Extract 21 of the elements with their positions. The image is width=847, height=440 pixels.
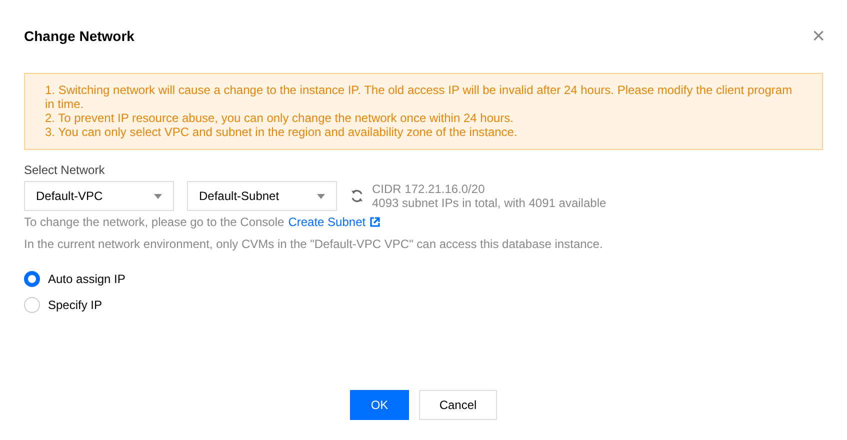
radio-option[interactable]: Auto assign IP	[24, 271, 823, 287]
field-label: Select Network	[24, 163, 106, 177]
help-text: To change the network, please go to the Console	[24, 215, 284, 229]
vpc-dropdown[interactable]: Default-VPC	[24, 181, 174, 211]
create-subnet-link[interactable]: Create Subnet	[288, 215, 366, 229]
radio-icon[interactable]	[24, 297, 40, 313]
radio-option[interactable]: Specify IP	[24, 297, 823, 313]
cancel-button[interactable]: Cancel	[419, 390, 497, 420]
ip-info-text: 4093 subnet IPs in total, with 4091 available	[372, 196, 606, 210]
ok-button[interactable]: OK	[350, 390, 409, 420]
notice-text: 2. To prevent IP resource abuse, you can only change the network once within 24 hours.	[45, 111, 515, 125]
refresh-icon[interactable]	[350, 189, 364, 203]
radio-icon[interactable]	[24, 271, 40, 287]
notice-text: 3. You can only select VPC and subnet in the region and availability zone of the instance.	[45, 125, 518, 139]
cidr-text: CIDR 172.21.16.0/20	[372, 182, 486, 196]
close-button[interactable]: ×	[808, 26, 829, 46]
subnet-dropdown[interactable]: Default-Subnet	[187, 181, 337, 211]
notice-text: 1. Switching network will cause a change to the instance IP. The old access IP will be invalid after 24 hours. Please modify the client program in time.	[45, 83, 794, 111]
dialog-title: Change Network	[24, 28, 134, 44]
access-note: In the current network environment, only CVMs in the "Default-VPC VPC" can access this database instance.	[24, 237, 604, 251]
external-link-icon	[370, 217, 380, 227]
